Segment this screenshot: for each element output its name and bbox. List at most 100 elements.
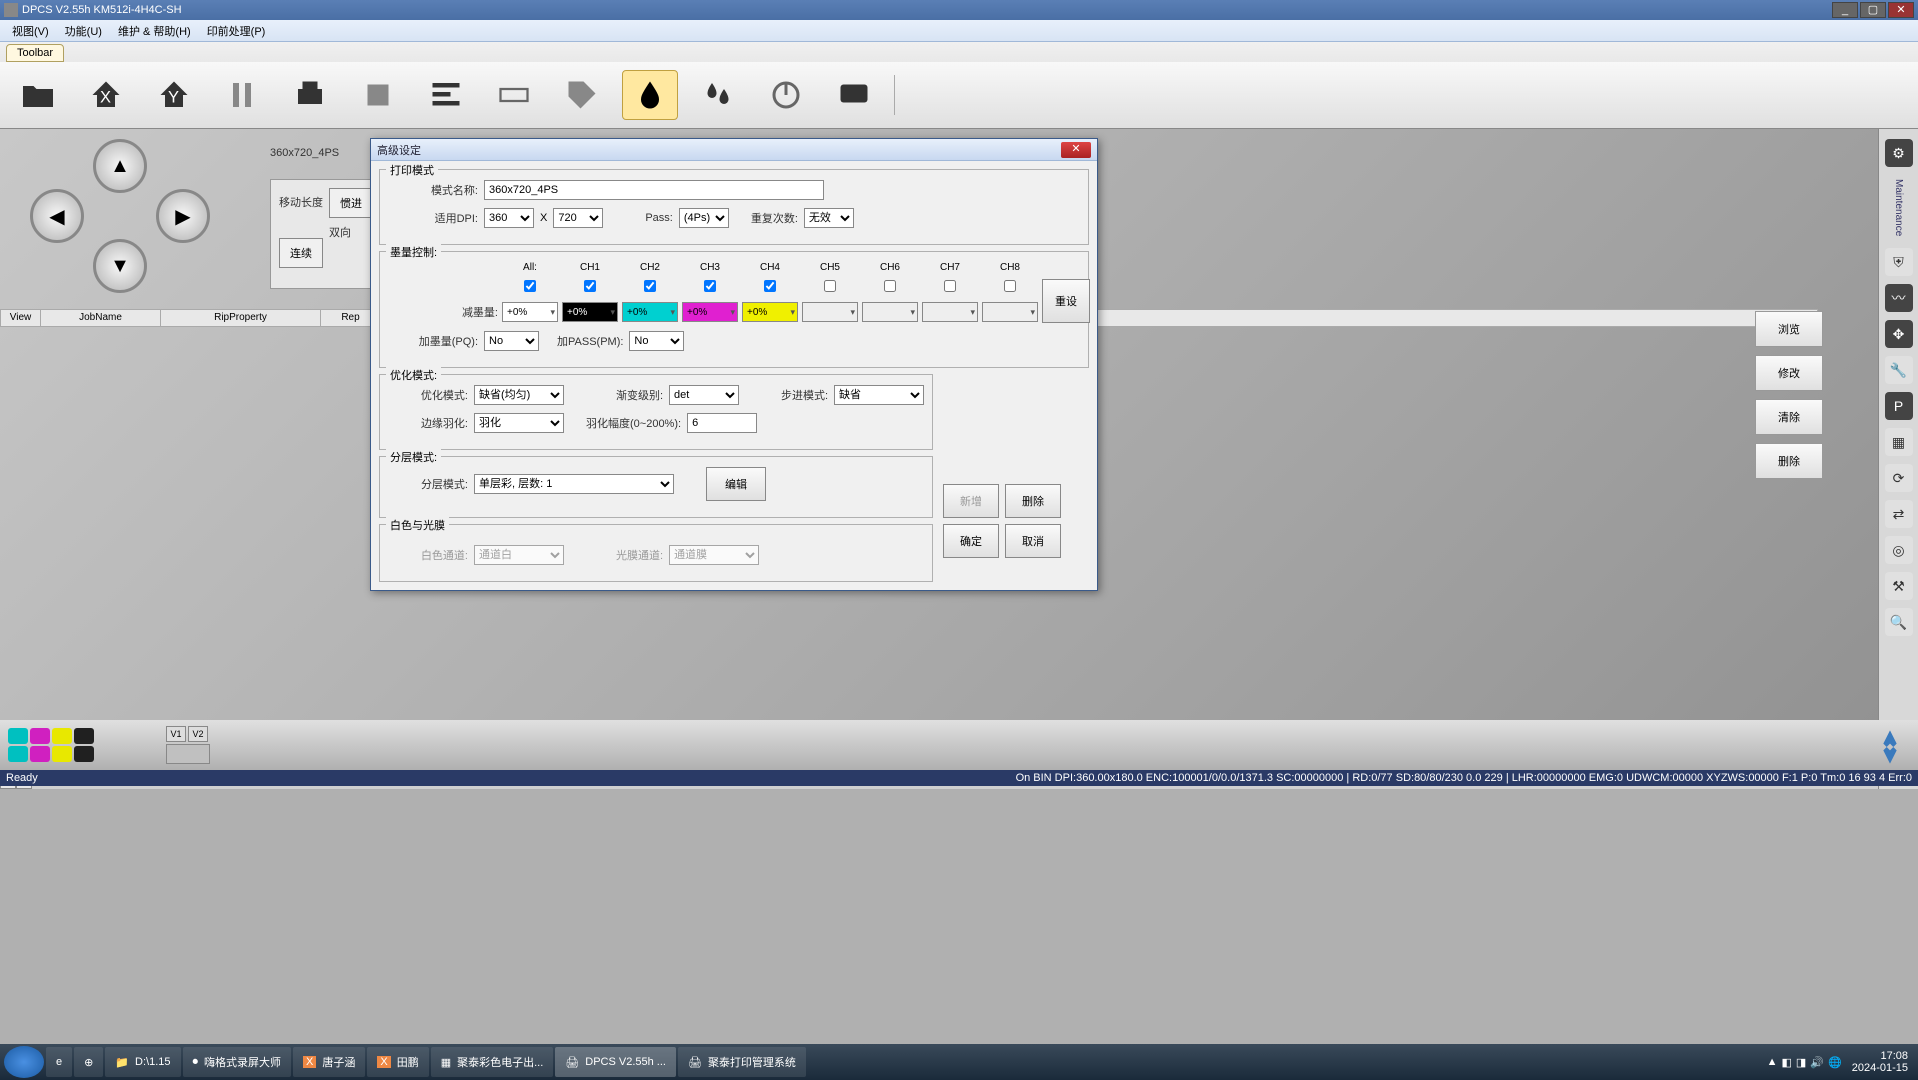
tray-icon[interactable]: ◨ — [1796, 1056, 1806, 1069]
dpad-right-button[interactable]: ▶ — [156, 189, 210, 243]
toolbar-overflow-handle[interactable] — [894, 75, 902, 115]
menu-maintenance[interactable]: 维护 & 帮助(H) — [110, 21, 199, 41]
taskbar-item-1[interactable]: ⏺嗨格式录屏大师 — [183, 1047, 292, 1077]
add-pass-pm-select[interactable]: No — [629, 331, 684, 351]
opt-mode-select[interactable]: 缺省(均匀) — [474, 385, 564, 405]
print-button[interactable] — [282, 70, 338, 120]
reduce-ch7-select[interactable] — [922, 302, 978, 322]
tray-icon[interactable]: 🌐 — [1828, 1056, 1842, 1069]
menu-view[interactable]: 视图(V) — [4, 21, 57, 41]
network-icon[interactable]: ▦ — [1885, 428, 1913, 456]
align-button[interactable] — [418, 70, 474, 120]
reduce-ch1-select[interactable]: +0% — [562, 302, 618, 322]
menu-prepress[interactable]: 印前处理(P) — [199, 21, 274, 41]
home-y-button[interactable]: Y — [146, 70, 202, 120]
add-ink-pq-select[interactable]: No — [484, 331, 539, 351]
modify-button[interactable]: 修改 — [1755, 355, 1823, 391]
dpad-left-button[interactable]: ◀ — [30, 189, 84, 243]
taskbar-browser-icon[interactable]: ⊕ — [74, 1047, 103, 1077]
shield-icon[interactable]: ⛨ — [1885, 248, 1913, 276]
dpad-down-button[interactable]: ▼ — [93, 239, 147, 293]
p-icon[interactable]: P — [1885, 392, 1913, 420]
move-icon[interactable]: ✥ — [1885, 320, 1913, 348]
reduce-ch2-select[interactable]: +0% — [622, 302, 678, 322]
ch-all-checkbox[interactable] — [524, 280, 536, 292]
taskbar-item-6[interactable]: 🖨聚泰打印管理系统 — [678, 1047, 806, 1077]
pass-select[interactable]: (4Ps) — [679, 208, 729, 228]
ch4-checkbox[interactable] — [764, 280, 776, 292]
taskbar-item-5[interactable]: 🖨DPCS V2.55h ... — [555, 1047, 676, 1077]
open-folder-button[interactable] — [10, 70, 66, 120]
taskbar-item-4[interactable]: ▦聚泰彩色电子出... — [431, 1047, 554, 1077]
system-tray[interactable]: ▲ ◧ ◨ 🔊 🌐 17:08 2024-01-15 — [1767, 1050, 1914, 1074]
feather-select[interactable]: 羽化 — [474, 413, 564, 433]
gear-icon[interactable]: ⚙ — [1885, 139, 1913, 167]
dpi-y-select[interactable]: 720 — [553, 208, 603, 228]
taskbar-ie-icon[interactable]: e — [46, 1047, 72, 1077]
tag-button[interactable] — [554, 70, 610, 120]
delete-button[interactable]: 删除 — [1755, 443, 1823, 479]
preview-button[interactable]: 浏览 — [1755, 311, 1823, 347]
step-mode-select[interactable]: 缺省 — [834, 385, 924, 405]
manual-button[interactable]: 惯进 — [329, 188, 373, 218]
col-view[interactable]: View — [1, 310, 41, 326]
reduce-ch8-select[interactable] — [982, 302, 1038, 322]
grad-level-select[interactable]: det — [669, 385, 739, 405]
menu-function[interactable]: 功能(U) — [57, 21, 110, 41]
dialog-close-button[interactable]: ✕ — [1061, 142, 1091, 158]
target-icon[interactable]: ◎ — [1885, 536, 1913, 564]
add-mode-button[interactable]: 新增 — [943, 484, 999, 518]
maximize-button[interactable]: ▢ — [1860, 2, 1886, 18]
ch1-checkbox[interactable] — [584, 280, 596, 292]
dpi-x-select[interactable]: 360 — [484, 208, 534, 228]
wave-icon[interactable]: 〰 — [1885, 284, 1913, 312]
ch6-checkbox[interactable] — [884, 280, 896, 292]
sync-icon[interactable]: ⇄ — [1885, 500, 1913, 528]
repeat-select[interactable]: 无效 — [804, 208, 854, 228]
col-jobname[interactable]: JobName — [41, 310, 161, 326]
minimize-button[interactable]: _ — [1832, 2, 1858, 18]
mode-name-input[interactable] — [484, 180, 824, 200]
delete-mode-button[interactable]: 删除 — [1005, 484, 1061, 518]
v1-toggle[interactable]: V1 — [166, 726, 186, 742]
feather-amount-input[interactable] — [687, 413, 757, 433]
taskbar-item-2[interactable]: X唐子涵 — [293, 1047, 365, 1077]
clock[interactable]: 17:08 2024-01-15 — [1846, 1050, 1914, 1074]
ch8-checkbox[interactable] — [1004, 280, 1016, 292]
tray-icon[interactable]: ◧ — [1782, 1056, 1792, 1069]
cancel-button[interactable]: 取消 — [1005, 524, 1061, 558]
pause-button[interactable] — [214, 70, 270, 120]
ok-button[interactable]: 确定 — [943, 524, 999, 558]
wrench-icon[interactable]: 🔧 — [1885, 356, 1913, 384]
col-ripproperty[interactable]: RipProperty — [161, 310, 321, 326]
taskbar-item-3[interactable]: X田鹏 — [367, 1047, 428, 1077]
dialog-titlebar[interactable]: 高级设定 ✕ — [371, 139, 1097, 161]
reset-button[interactable]: 重设 — [1042, 279, 1090, 323]
ch2-checkbox[interactable] — [644, 280, 656, 292]
multi-drop-button[interactable] — [690, 70, 746, 120]
reduce-ch4-select[interactable]: +0% — [742, 302, 798, 322]
reduce-ch5-select[interactable] — [802, 302, 858, 322]
zoom-icon[interactable]: 🔍 — [1885, 608, 1913, 636]
adjust-icon[interactable]: ⚒ — [1885, 572, 1913, 600]
ruler-button[interactable] — [486, 70, 542, 120]
layer-mode-select[interactable]: 单层彩, 层数: 1 — [474, 474, 674, 494]
screen-button[interactable] — [826, 70, 882, 120]
reduce-ch6-select[interactable] — [862, 302, 918, 322]
v2-toggle[interactable]: V2 — [188, 726, 208, 742]
ch5-checkbox[interactable] — [824, 280, 836, 292]
tray-icon[interactable]: 🔊 — [1810, 1056, 1824, 1069]
clear-button[interactable]: 清除 — [1755, 399, 1823, 435]
edit-layer-button[interactable]: 编辑 — [706, 467, 766, 501]
power-button[interactable] — [758, 70, 814, 120]
home-x-button[interactable]: X — [78, 70, 134, 120]
taskbar-item-0[interactable]: 📁D:\1.15 — [105, 1047, 180, 1077]
refresh-icon[interactable]: ⟳ — [1885, 464, 1913, 492]
ch7-checkbox[interactable] — [944, 280, 956, 292]
connect-button[interactable]: 连续 — [279, 238, 323, 268]
toolbar-tab[interactable]: Toolbar — [6, 44, 64, 62]
ch3-checkbox[interactable] — [704, 280, 716, 292]
stop-button[interactable] — [350, 70, 406, 120]
close-button[interactable]: ✕ — [1888, 2, 1914, 18]
dpad-up-button[interactable]: ▲ — [93, 139, 147, 193]
